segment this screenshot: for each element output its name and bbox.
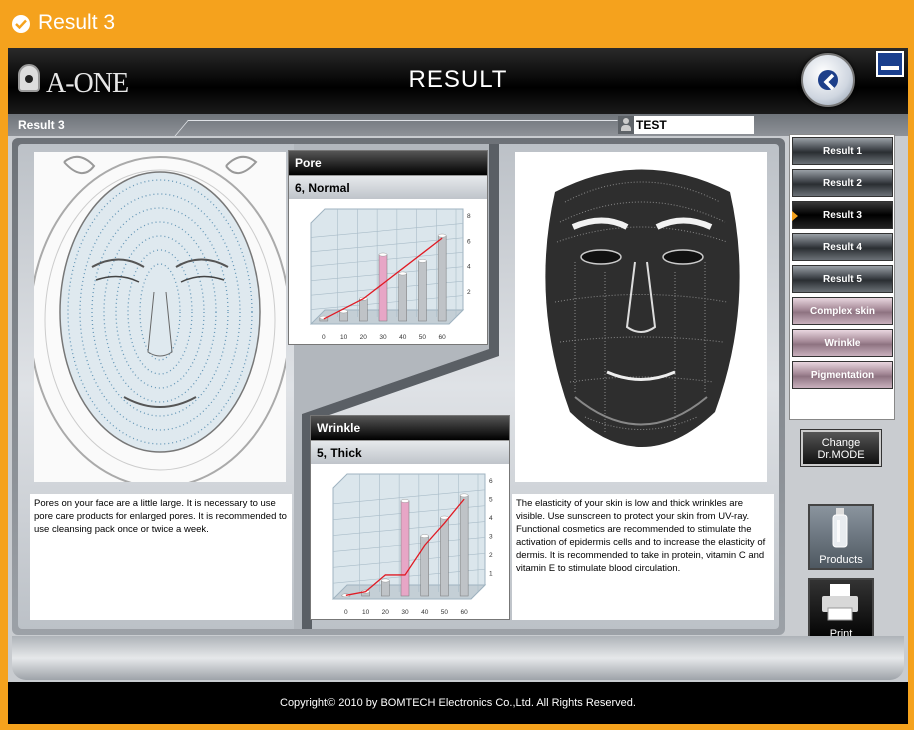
printer-icon	[822, 584, 858, 621]
products-label: Products	[819, 554, 863, 566]
chart-bar-cap	[459, 493, 469, 498]
chart-y-tick: 3	[489, 534, 493, 541]
chart-x-tick: 30	[401, 609, 409, 616]
wrinkle-title: Wrinkle	[311, 416, 509, 440]
page-title: RESULT	[408, 66, 508, 93]
chart-y-tick: 2	[489, 552, 493, 559]
footer-bar: Copyright© 2010 by BOMTECH Electronics C…	[8, 682, 908, 724]
sidebar-item-wrinkle[interactable]: Wrinkle	[792, 329, 893, 357]
sidebar-item-result-2[interactable]: Result 2	[792, 169, 893, 197]
sidebar-item-result-5[interactable]: Result 5	[792, 265, 893, 293]
chart-x-tick: 50	[441, 609, 449, 616]
print-button[interactable]: Print	[808, 578, 874, 644]
result-subbar: Result 3	[8, 114, 908, 136]
chart-bar-cap	[420, 534, 429, 538]
wrinkle-chart: 0 10 20 30 40 50 60 1 2 3 4 5 6	[331, 473, 493, 616]
chart-y-tick: 2	[467, 289, 471, 296]
drmode-line2: Dr.MODE	[817, 449, 865, 461]
chart-x-tick: 20	[382, 609, 390, 616]
chart-bar	[400, 500, 410, 597]
user-icon	[621, 118, 631, 131]
check-circle-icon	[12, 15, 30, 33]
sidebar-item-result-3[interactable]: Result 3	[792, 201, 893, 229]
pore-value: 6, Normal	[289, 175, 487, 199]
window-title: Result 3	[38, 11, 116, 34]
chart-bar	[381, 580, 390, 597]
chart-y-tick: 6	[489, 478, 493, 485]
wrinkle-card: Wrinkle 5, Thick 0 10 20 30 40 50 60 1 2 3 4 5 6	[310, 415, 510, 620]
chart-x-tick: 40	[399, 334, 407, 341]
products-button[interactable]: Products	[808, 504, 874, 570]
chart-bar	[437, 235, 447, 322]
subbar-decoration	[174, 120, 618, 136]
drmode-line1: Change	[821, 437, 861, 449]
chart-y-tick: 1	[489, 571, 493, 578]
sidebar-item-pigmentation[interactable]: Pigmentation	[792, 361, 893, 389]
minimize-button[interactable]	[876, 51, 904, 77]
chart-bar	[398, 273, 407, 322]
wrinkle-description: The elasticity of your skin is low and t…	[512, 494, 774, 620]
wrinkle-value: 5, Thick	[311, 440, 509, 464]
chart-bar-cap	[381, 578, 390, 583]
pore-face-image	[34, 152, 286, 482]
chart-x-tick: 20	[360, 334, 368, 341]
chart-x-tick: 60	[439, 334, 447, 341]
chart-bar-cap	[437, 233, 447, 238]
chart-x-tick: 0	[344, 609, 348, 616]
chart-x-tick: 0	[322, 334, 326, 341]
chart-bar	[440, 517, 449, 597]
user-name: TEST	[636, 118, 667, 132]
chart-bar	[418, 260, 427, 322]
chart-bar-cap	[418, 259, 427, 263]
chart-x-tick: 60	[461, 609, 469, 616]
header-bar: A-ONE RESULT	[8, 48, 908, 114]
chart-x-tick: 50	[419, 334, 427, 341]
pore-chart: 0 10 20 30 40 50 60 2 4 6 8	[309, 208, 471, 341]
pore-title: Pore	[289, 151, 487, 175]
change-drmode-button[interactable]: Change Dr.MODE	[801, 430, 881, 466]
chart-x-tick: 30	[379, 334, 387, 341]
wrinkle-face-image	[515, 152, 767, 482]
back-arrow-icon	[823, 73, 835, 91]
chart-x-tick: 10	[340, 334, 348, 341]
window-titlebar: Result 3	[0, 0, 914, 48]
chart-x-tick: 10	[362, 609, 370, 616]
chart-y-tick: 4	[467, 264, 471, 271]
chart-x-tick: 40	[421, 609, 429, 616]
sidebar-item-complex-skin[interactable]: Complex skin	[792, 297, 893, 325]
cosmetic-bottle-icon	[832, 508, 848, 548]
chart-bar	[459, 495, 469, 597]
copyright-text: Copyright© 2010 by BOMTECH Electronics C…	[280, 697, 636, 709]
result-panel: Pore 6, Normal 0 10 20 30 40 50 60 2 4 6 8 Wrinkle…	[12, 138, 785, 635]
sidebar-item-result-1[interactable]: Result 1	[792, 137, 893, 165]
chart-bar-cap	[398, 271, 407, 276]
chart-y-tick: 6	[467, 238, 471, 245]
chart-bar-cap	[400, 499, 410, 503]
chart-y-tick: 4	[489, 515, 493, 522]
pore-card: Pore 6, Normal 0 10 20 30 40 50 60 2 4 6 8	[288, 150, 488, 345]
result-sidebar: Result 1 Result 2 Result 3 Result 4 Resu…	[789, 134, 895, 420]
app-window: A-ONE RESULT Result 3 TEST Pore 6, Norma…	[8, 48, 908, 724]
chart-bar-cap	[378, 252, 388, 257]
result-label: Result 3	[18, 118, 65, 132]
pore-description: Pores on your face are a little large. I…	[30, 494, 292, 620]
bottom-shelf	[12, 636, 904, 680]
result-panel-inner: Pore 6, Normal 0 10 20 30 40 50 60 2 4 6 8 Wrinkle…	[18, 144, 779, 629]
chart-y-tick: 5	[489, 497, 493, 504]
chart-y-tick: 8	[467, 213, 471, 220]
chart-bar	[359, 298, 368, 322]
user-field: TEST	[618, 116, 754, 134]
chart-bar	[378, 254, 388, 322]
sidebar-item-result-4[interactable]: Result 4	[792, 233, 893, 261]
back-button[interactable]	[801, 53, 855, 107]
